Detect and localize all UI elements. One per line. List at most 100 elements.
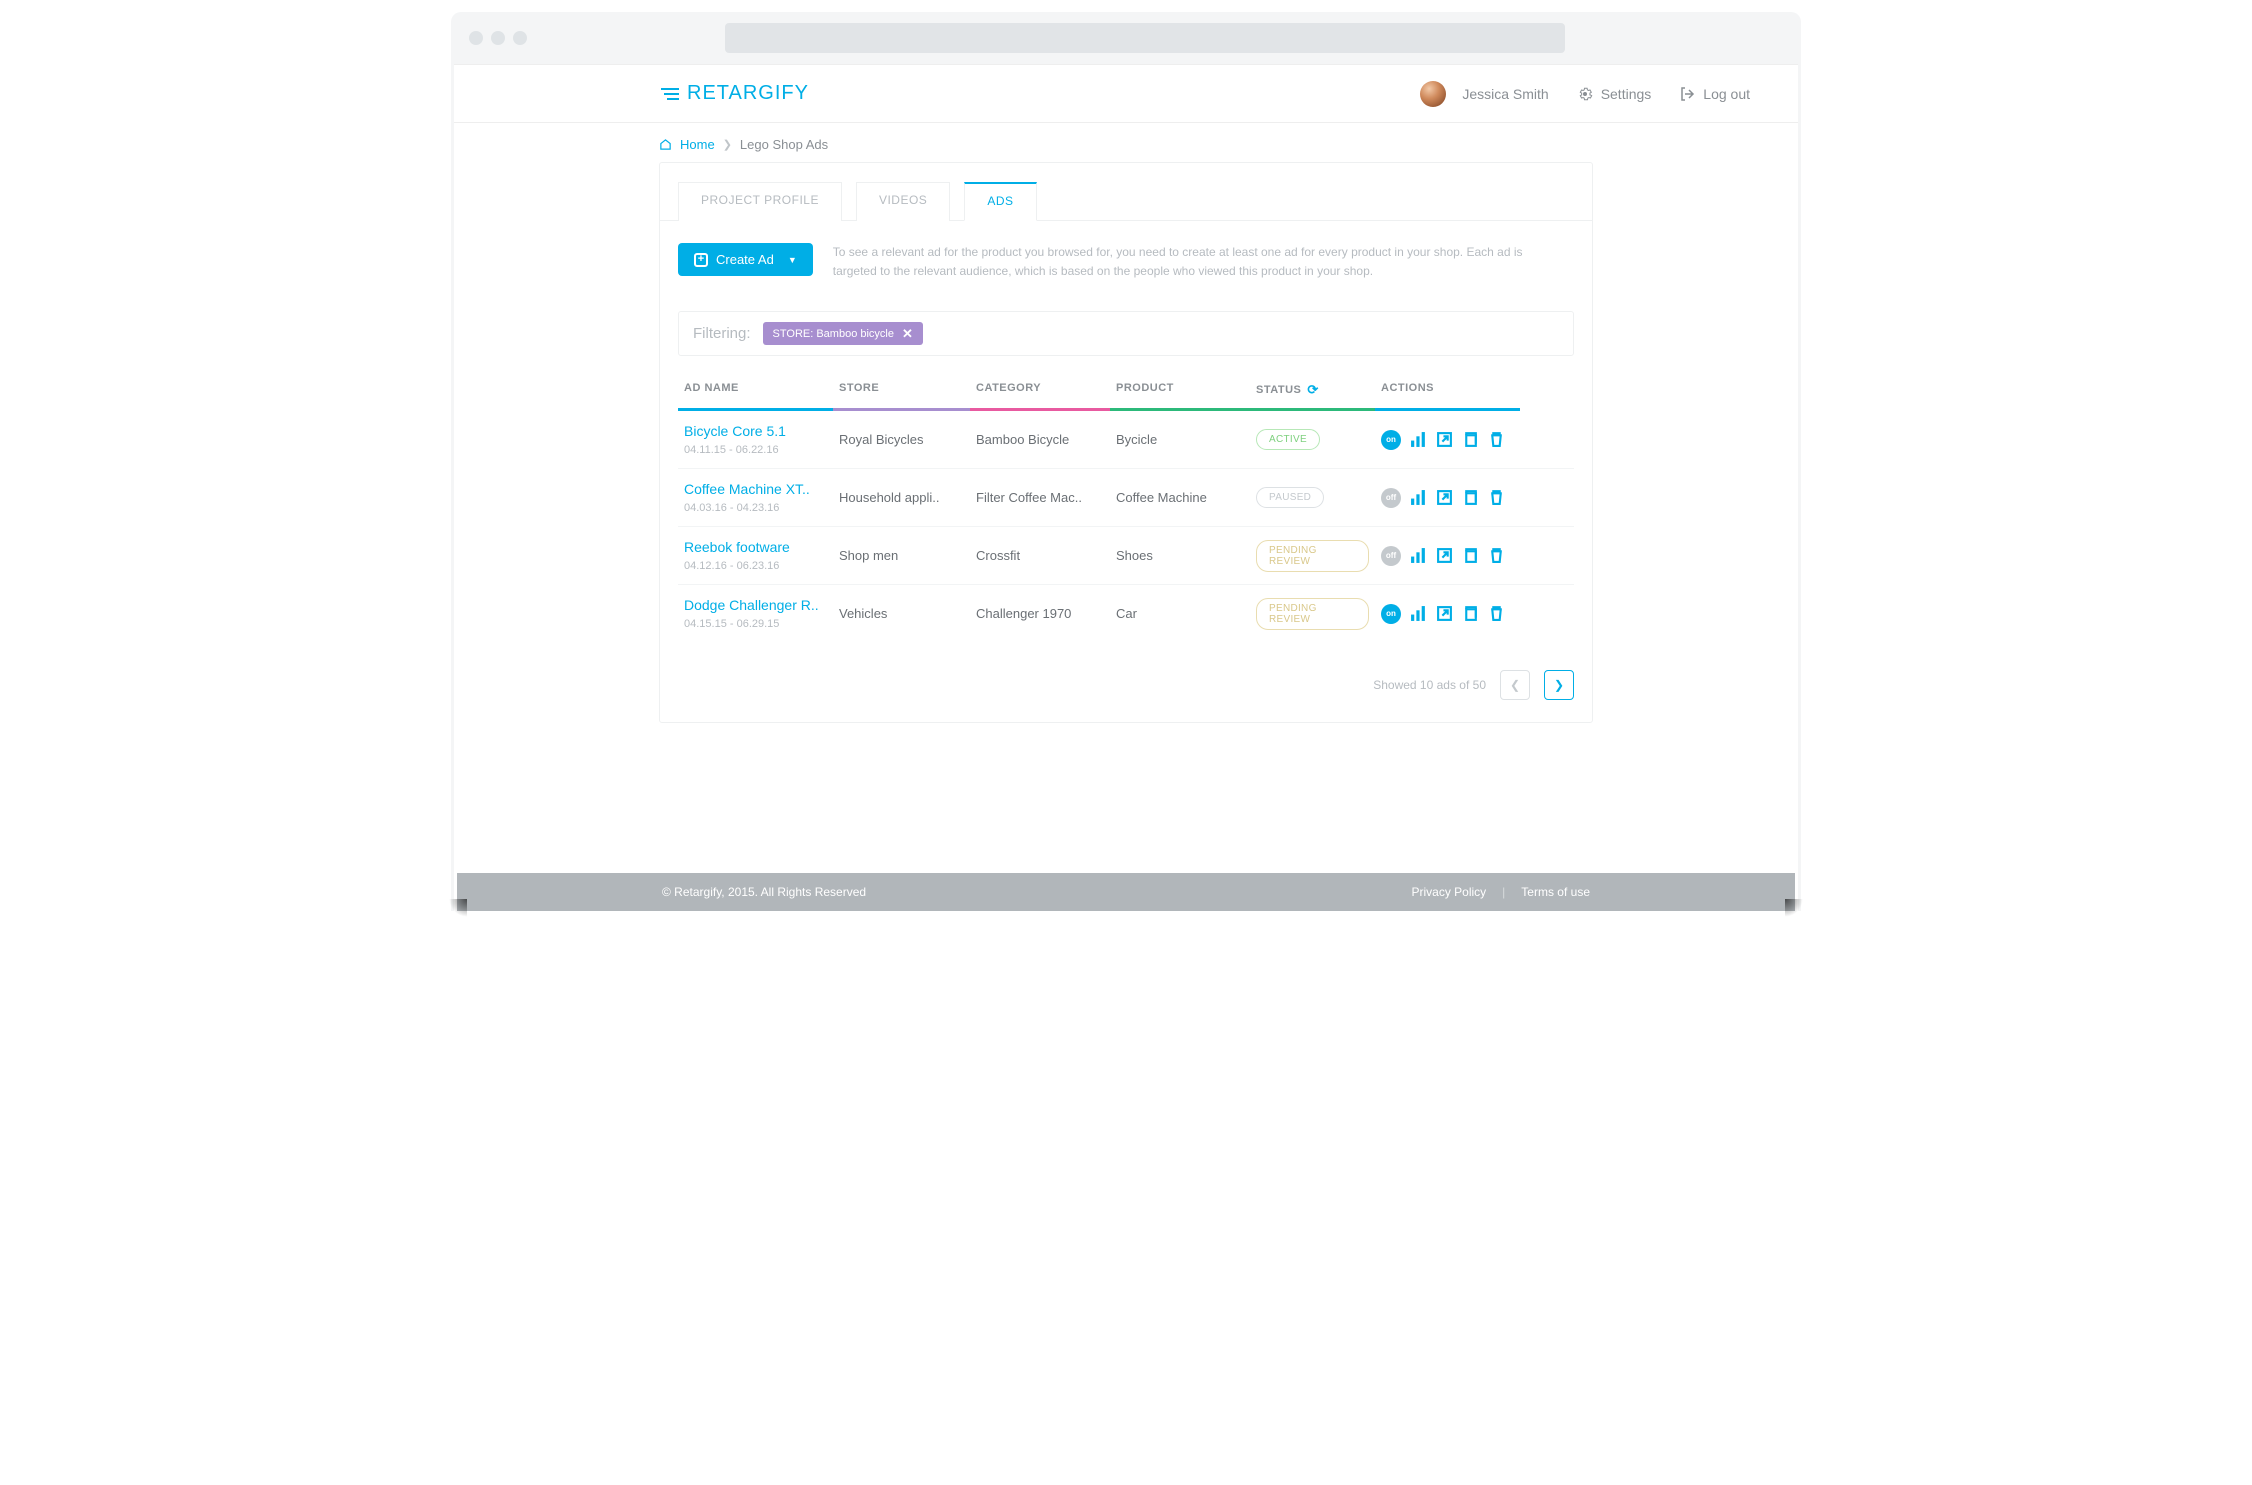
- settings-label: Settings: [1601, 86, 1652, 102]
- copy-icon[interactable]: [1461, 605, 1479, 623]
- breadcrumb-current: Lego Shop Ads: [740, 137, 828, 152]
- logo-text: RETARGIFY: [687, 82, 809, 105]
- ad-dates: 04.03.16 - 04.23.16: [684, 502, 779, 514]
- cell-store: Vehicles: [833, 606, 970, 621]
- logout-link[interactable]: Log out: [1679, 86, 1750, 102]
- logo[interactable]: RETARGIFY: [659, 82, 809, 105]
- create-ad-button[interactable]: + Create Ad ▼: [678, 243, 813, 276]
- pager-next[interactable]: ❯: [1544, 670, 1574, 700]
- ad-name-link[interactable]: Dodge Challenger R..: [684, 597, 827, 613]
- ad-name-link[interactable]: Coffee Machine XT..: [684, 481, 827, 497]
- trash-icon[interactable]: [1487, 489, 1505, 507]
- avatar: [1420, 81, 1446, 107]
- filter-chip-remove[interactable]: ✕: [902, 327, 913, 340]
- trash-icon[interactable]: [1487, 547, 1505, 565]
- ad-dates: 04.15.15 - 06.29.15: [684, 618, 779, 630]
- breadcrumb-home[interactable]: Home: [680, 137, 715, 152]
- window-dot: [491, 31, 505, 45]
- home-icon: [659, 138, 672, 151]
- table-row: Reebok footware 04.12.16 - 06.23.16 Shop m…: [678, 527, 1574, 585]
- col-category[interactable]: CATEGORY: [970, 374, 1110, 411]
- filter-bar[interactable]: Filtering: STORE: Bamboo bicycle ✕: [678, 311, 1574, 356]
- col-status-label: STATUS: [1256, 384, 1301, 396]
- ad-name-link[interactable]: Bicycle Core 5.1: [684, 423, 827, 439]
- cell-category: Crossfit: [970, 548, 1110, 563]
- status-badge: PENDING REVIEW: [1256, 598, 1369, 630]
- col-ad-name[interactable]: AD NAME: [678, 374, 833, 411]
- cell-category: Bamboo Bicycle: [970, 432, 1110, 447]
- footer-privacy[interactable]: Privacy Policy: [1411, 885, 1486, 899]
- ad-name-link[interactable]: Reebok footware: [684, 539, 827, 555]
- toggle-off[interactable]: off: [1381, 488, 1401, 508]
- logo-icon: [659, 87, 679, 101]
- create-ad-label: Create Ad: [716, 252, 774, 267]
- toggle-on[interactable]: on: [1381, 430, 1401, 450]
- caret-down-icon: ▼: [788, 255, 797, 265]
- chart-icon[interactable]: [1409, 431, 1427, 449]
- pager-prev[interactable]: ❮: [1500, 670, 1530, 700]
- breadcrumb: Home ❯ Lego Shop Ads: [659, 123, 1593, 162]
- copy-icon[interactable]: [1461, 547, 1479, 565]
- toggle-on[interactable]: on: [1381, 604, 1401, 624]
- cell-category: Challenger 1970: [970, 606, 1110, 621]
- main-card: PROJECT PROFILE VIDEOS ADS + Create Ad ▼…: [659, 162, 1593, 723]
- chart-icon[interactable]: [1409, 547, 1427, 565]
- cell-product: Shoes: [1110, 548, 1250, 563]
- status-badge: PENDING REVIEW: [1256, 540, 1369, 572]
- trash-icon[interactable]: [1487, 605, 1505, 623]
- window-dot: [513, 31, 527, 45]
- browser-frame: RETARGIFY Jessica Smith Settings: [451, 12, 1801, 911]
- chart-icon[interactable]: [1409, 489, 1427, 507]
- refresh-icon[interactable]: ⟳: [1307, 382, 1318, 398]
- cell-product: Car: [1110, 606, 1250, 621]
- url-bar[interactable]: [725, 23, 1565, 53]
- help-text: To see a relevant ad for the product you…: [833, 243, 1553, 281]
- cell-store: Royal Bicycles: [833, 432, 970, 447]
- table-row: Bicycle Core 5.1 04.11.15 - 06.22.16 Royal…: [678, 411, 1574, 469]
- open-icon[interactable]: [1435, 489, 1453, 507]
- cell-store: Household appli..: [833, 490, 970, 505]
- user-menu[interactable]: Jessica Smith: [1420, 81, 1548, 107]
- cell-store: Shop men: [833, 548, 970, 563]
- window-dot: [469, 31, 483, 45]
- status-badge: ACTIVE: [1256, 429, 1320, 450]
- logout-icon: [1679, 86, 1695, 102]
- cell-product: Coffee Machine: [1110, 490, 1250, 505]
- chevron-right-icon: ❯: [723, 138, 732, 151]
- col-store[interactable]: STORE: [833, 374, 970, 411]
- tab-videos[interactable]: VIDEOS: [856, 182, 950, 221]
- chart-icon[interactable]: [1409, 605, 1427, 623]
- col-product[interactable]: PRODUCT: [1110, 374, 1250, 411]
- filter-chip: STORE: Bamboo bicycle ✕: [763, 322, 923, 345]
- footer-terms[interactable]: Terms of use: [1521, 885, 1590, 899]
- status-badge: PAUSED: [1256, 487, 1324, 508]
- tabs: PROJECT PROFILE VIDEOS ADS: [660, 163, 1592, 221]
- filter-label: Filtering:: [693, 325, 751, 342]
- plus-icon: +: [694, 253, 708, 267]
- table-row: Coffee Machine XT.. 04.03.16 - 04.23.16 Ho…: [678, 469, 1574, 527]
- open-icon[interactable]: [1435, 431, 1453, 449]
- filter-chip-text: STORE: Bamboo bicycle: [773, 328, 894, 340]
- table-header: AD NAME STORE CATEGORY PRODUCT STATUS ⟳ …: [678, 374, 1574, 411]
- col-status[interactable]: STATUS ⟳: [1250, 374, 1375, 411]
- toggle-off[interactable]: off: [1381, 546, 1401, 566]
- ad-dates: 04.11.15 - 06.22.16: [684, 444, 779, 456]
- copy-icon[interactable]: [1461, 489, 1479, 507]
- col-actions: ACTIONS: [1375, 374, 1520, 411]
- tab-project-profile[interactable]: PROJECT PROFILE: [678, 182, 842, 221]
- table-row: Dodge Challenger R.. 04.15.15 - 06.29.15 V…: [678, 585, 1574, 642]
- trash-icon[interactable]: [1487, 431, 1505, 449]
- topbar: RETARGIFY Jessica Smith Settings: [454, 65, 1798, 123]
- tab-ads[interactable]: ADS: [964, 182, 1036, 221]
- cell-category: Filter Coffee Mac..: [970, 490, 1110, 505]
- footer-copyright: © Retargify, 2015. All Rights Reserved: [662, 885, 866, 899]
- pager: Showed 10 ads of 50 ❮ ❯: [660, 662, 1592, 722]
- open-icon[interactable]: [1435, 605, 1453, 623]
- user-name: Jessica Smith: [1462, 86, 1548, 102]
- pager-summary: Showed 10 ads of 50: [1373, 678, 1486, 692]
- open-icon[interactable]: [1435, 547, 1453, 565]
- viewport: RETARGIFY Jessica Smith Settings: [454, 64, 1798, 911]
- ad-dates: 04.12.16 - 06.23.16: [684, 560, 779, 572]
- copy-icon[interactable]: [1461, 431, 1479, 449]
- settings-link[interactable]: Settings: [1577, 86, 1652, 102]
